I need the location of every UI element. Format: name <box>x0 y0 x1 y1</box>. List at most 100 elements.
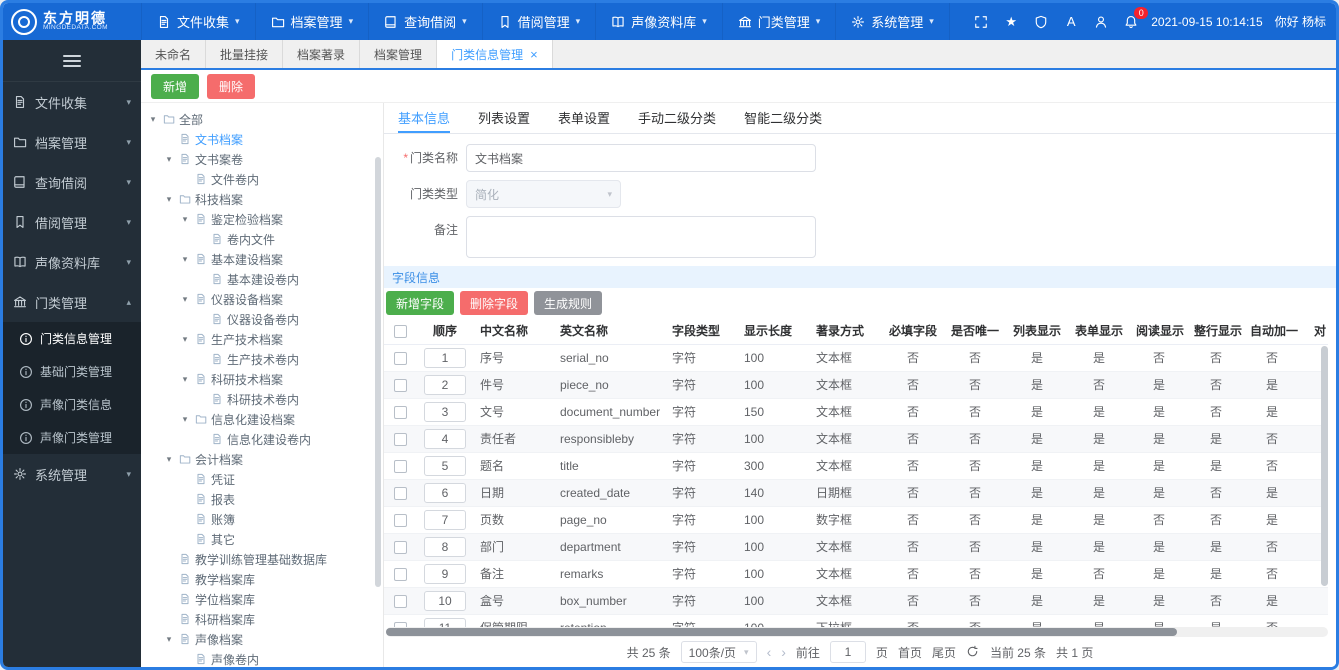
nav-menu-item[interactable]: 查询借阅 ▾ <box>368 3 482 40</box>
row-checkbox[interactable] <box>393 567 407 581</box>
brand[interactable]: 东方明德 MINGDEDATA.COM <box>3 8 141 35</box>
detail-tab[interactable]: 智能二级分类 <box>744 103 822 133</box>
user-icon[interactable] <box>1093 14 1109 30</box>
file-tab[interactable]: 批量挂接 <box>206 40 284 68</box>
sidebar-item[interactable]: 门类管理 ▴ <box>3 282 141 322</box>
sidebar-item[interactable]: 借阅管理 ▾ <box>3 202 141 242</box>
expand-icon[interactable] <box>973 14 989 30</box>
tree-node[interactable]: ▾ 声像档案 <box>145 629 383 649</box>
tree-node[interactable]: 文件卷内 <box>145 169 383 189</box>
tree-collapse-icon[interactable]: ▾ <box>179 334 191 345</box>
tree-node[interactable]: 信息化建设卷内 <box>145 429 383 449</box>
nav-menu-item[interactable]: 声像资料库 ▾ <box>595 3 722 40</box>
order-input[interactable]: 7 <box>424 509 466 530</box>
tree-node[interactable]: ▾ 生产技术档案 <box>145 329 383 349</box>
add-field-button[interactable]: 新增字段 <box>386 291 455 315</box>
tree-node[interactable]: ▾ 科研技术档案 <box>145 369 383 389</box>
order-input[interactable]: 5 <box>424 455 466 476</box>
nav-menu-item[interactable]: 门类管理 ▾ <box>721 3 836 40</box>
order-input[interactable]: 9 <box>424 563 466 584</box>
tree-node[interactable]: 声像卷内 <box>145 649 383 667</box>
horizontal-scrollbar[interactable] <box>386 628 1178 636</box>
file-tab[interactable]: 档案著录 <box>283 40 361 68</box>
tree-node[interactable]: 教学训练管理基础数据库 <box>145 549 383 569</box>
tree-collapse-icon[interactable]: ▾ <box>179 374 191 385</box>
order-input[interactable]: 8 <box>424 536 466 557</box>
tree-node[interactable]: 凭证 <box>145 469 383 489</box>
user-greeting[interactable]: 你好 杨标 <box>1275 13 1326 30</box>
order-input[interactable]: 6 <box>424 482 466 503</box>
sidebar-subitem[interactable]: 基础门类管理 <box>3 355 141 388</box>
row-checkbox[interactable] <box>393 378 407 392</box>
row-checkbox[interactable] <box>393 351 407 365</box>
tree-node[interactable]: ▾ 基本建设档案 <box>145 249 383 269</box>
nav-menu-item[interactable]: 文件收集 ▾ <box>141 3 255 40</box>
category-name-input[interactable] <box>466 144 816 172</box>
tree-collapse-icon[interactable]: ▾ <box>179 414 191 425</box>
tree-collapse-icon[interactable]: ▾ <box>179 294 191 305</box>
tree-collapse-icon[interactable]: ▾ <box>179 254 191 265</box>
tree-node[interactable]: 科研技术卷内 <box>145 389 383 409</box>
file-tab[interactable]: 门类信息管理 × <box>437 40 553 68</box>
detail-tab[interactable]: 基本信息 <box>398 103 451 133</box>
tree-node[interactable]: 卷内文件 <box>145 229 383 249</box>
nav-menu-item[interactable]: 档案管理 ▾ <box>254 3 369 40</box>
row-checkbox[interactable] <box>393 405 407 419</box>
prev-page-button[interactable]: ‹ <box>767 645 772 659</box>
tree-node[interactable]: 学位档案库 <box>145 589 383 609</box>
row-checkbox[interactable] <box>393 513 407 527</box>
sidebar-item[interactable]: 系统管理 ▾ <box>3 454 141 494</box>
tree-node[interactable]: ▾ 文书案卷 <box>145 149 383 169</box>
order-input[interactable]: 11 <box>424 617 466 627</box>
last-page-link[interactable]: 尾页 <box>932 644 956 661</box>
tree-node[interactable]: ▾ 仪器设备档案 <box>145 289 383 309</box>
page-size-select[interactable]: 100条/页 ▾ <box>680 641 757 663</box>
tree-node[interactable]: ▾ 会计档案 <box>145 449 383 469</box>
sidebar-subitem[interactable]: 声像门类信息 <box>3 388 141 421</box>
tree-node[interactable]: ▾ 科技档案 <box>145 189 383 209</box>
tree-collapse-icon[interactable]: ▾ <box>163 454 175 465</box>
tree-node[interactable]: 账簿 <box>145 509 383 529</box>
refresh-icon[interactable] <box>966 645 980 659</box>
bell-icon[interactable]: 0 <box>1123 6 1149 30</box>
shield-icon[interactable] <box>1033 14 1049 30</box>
tree-collapse-icon[interactable]: ▾ <box>147 114 159 125</box>
next-page-button[interactable]: › <box>781 645 786 659</box>
delete-button[interactable]: 删除 <box>207 73 256 99</box>
select-all-checkbox[interactable] <box>393 324 407 338</box>
tree-node[interactable]: 教学档案库 <box>145 569 383 589</box>
tree-node[interactable]: 报表 <box>145 489 383 509</box>
tree-node[interactable]: ▾ 鉴定检验档案 <box>145 209 383 229</box>
file-tab[interactable]: 未命名 <box>141 40 207 68</box>
detail-tab[interactable]: 表单设置 <box>558 103 610 133</box>
font-size-icon[interactable]: A <box>1063 14 1079 30</box>
row-checkbox[interactable] <box>393 594 407 608</box>
order-input[interactable]: 3 <box>424 401 466 422</box>
first-page-link[interactable]: 首页 <box>898 644 922 661</box>
sidebar-subitem[interactable]: 门类信息管理 <box>3 322 141 355</box>
detail-tab[interactable]: 手动二级分类 <box>638 103 716 133</box>
nav-menu-item[interactable]: 借阅管理 ▾ <box>481 3 596 40</box>
tree-scrollbar[interactable] <box>375 157 381 587</box>
order-input[interactable]: 4 <box>424 428 466 449</box>
tree-node[interactable]: 文书档案 <box>145 129 383 149</box>
row-checkbox[interactable] <box>393 432 407 446</box>
tree-node[interactable]: 仪器设备卷内 <box>145 309 383 329</box>
row-checkbox[interactable] <box>393 486 407 500</box>
nav-menu-item[interactable]: 系统管理 ▾ <box>835 3 950 40</box>
category-type-select[interactable]: 简化 ▾ <box>466 180 621 208</box>
generate-rule-button[interactable]: 生成规则 <box>534 291 603 315</box>
sidebar-item[interactable]: 档案管理 ▾ <box>3 122 141 162</box>
tree-collapse-icon[interactable]: ▾ <box>163 194 175 205</box>
tree-node[interactable]: 生产技术卷内 <box>145 349 383 369</box>
row-checkbox[interactable] <box>393 540 407 554</box>
sidebar-item[interactable]: 文件收集 ▾ <box>3 82 141 122</box>
sidebar-subitem[interactable]: 声像门类管理 <box>3 421 141 454</box>
order-input[interactable]: 1 <box>424 347 466 368</box>
detail-tab[interactable]: 列表设置 <box>478 103 530 133</box>
tree-node[interactable]: 科研档案库 <box>145 609 383 629</box>
tree-node[interactable]: ▾ 信息化建设档案 <box>145 409 383 429</box>
tree-node[interactable]: 基本建设卷内 <box>145 269 383 289</box>
table-vertical-scrollbar[interactable] <box>1321 346 1328 586</box>
file-tab[interactable]: 档案管理 <box>360 40 438 68</box>
